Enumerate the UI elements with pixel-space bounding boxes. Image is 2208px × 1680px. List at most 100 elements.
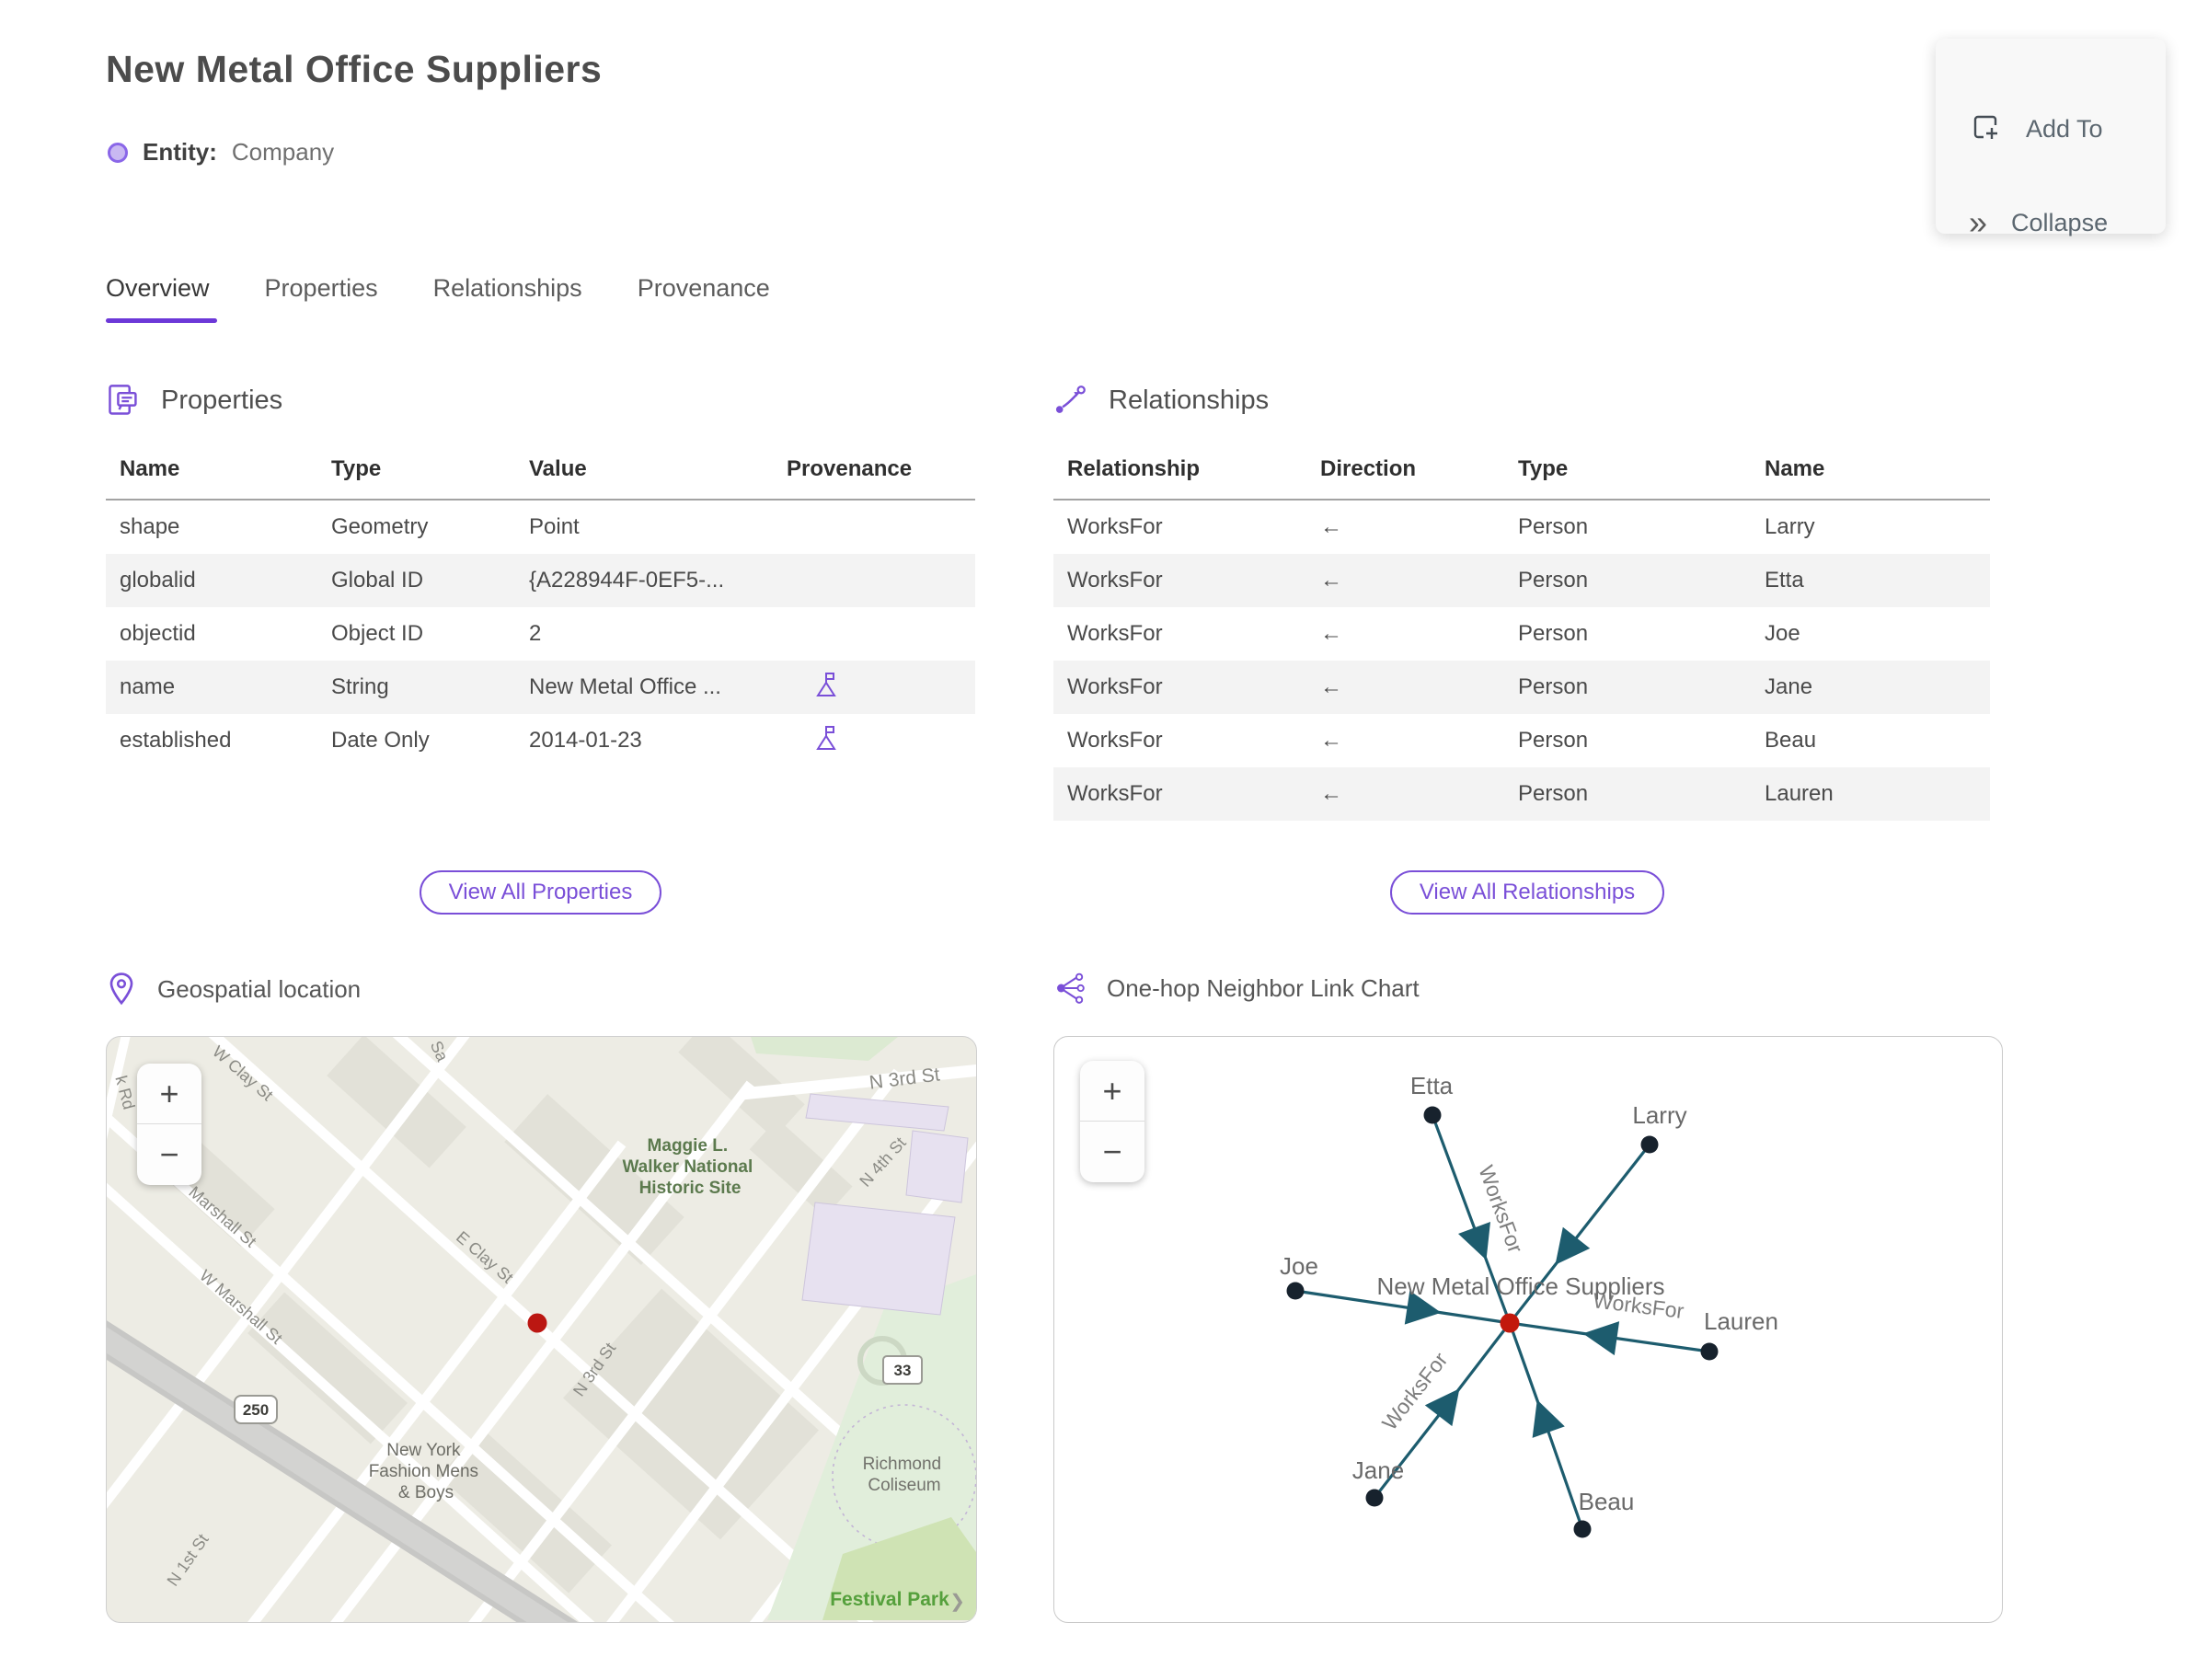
node-joe[interactable] bbox=[1286, 1282, 1305, 1300]
street-label: N 4th St bbox=[856, 1133, 909, 1191]
collapse-icon: » bbox=[1969, 203, 1988, 241]
prop-type: String bbox=[331, 674, 389, 699]
rel-type: Person bbox=[1518, 514, 1589, 539]
relationships-table: Relationship Direction Type Name WorksFo… bbox=[1053, 440, 1990, 821]
relationship-link[interactable]: WorksFor bbox=[1053, 554, 1306, 607]
node-label-etta: Etta bbox=[1410, 1072, 1454, 1099]
chart-zoom-in-button[interactable]: + bbox=[1080, 1061, 1144, 1122]
prop-provenance bbox=[773, 607, 975, 661]
relationship-link[interactable]: WorksFor bbox=[1053, 500, 1306, 554]
relationship-link[interactable]: WorksFor bbox=[1053, 661, 1306, 714]
geospatial-map[interactable]: W Clay St E Clay St Marshall St W Marsha… bbox=[106, 1036, 977, 1623]
prop-type: Global ID bbox=[331, 568, 424, 593]
prop-value: {A228944F-0EF5-... bbox=[529, 568, 725, 593]
table-row: WorksFor ← Person Lauren bbox=[1053, 767, 1990, 821]
add-to-icon bbox=[1969, 110, 2002, 148]
entity-row: Entity: Company bbox=[108, 138, 334, 167]
table-row: globalid Global ID {A228944F-0EF5-... bbox=[106, 554, 975, 607]
entity-name-link[interactable]: Joe bbox=[1751, 607, 1990, 661]
prop-provenance bbox=[773, 500, 975, 554]
table-row: shape Geometry Point bbox=[106, 500, 975, 554]
tab-overview[interactable]: Overview bbox=[106, 274, 217, 323]
map-zoom-out-button[interactable]: − bbox=[137, 1124, 201, 1185]
view-all-relationships-button[interactable]: View All Relationships bbox=[1389, 870, 1665, 915]
table-row: objectid Object ID 2 bbox=[106, 607, 975, 661]
relationships-section-header: Relationships bbox=[1053, 383, 1269, 418]
table-row: WorksFor ← Person Etta bbox=[1053, 554, 1990, 607]
route-shield-33: 33 bbox=[894, 1362, 912, 1379]
chart-zoom-out-button[interactable]: − bbox=[1080, 1122, 1144, 1182]
direction-arrow: ← bbox=[1320, 568, 1342, 593]
node-label-beau: Beau bbox=[1579, 1488, 1635, 1515]
poi-label-maggie: Maggie L. Walker National Historic Site bbox=[622, 1136, 757, 1198]
rel-type: Person bbox=[1518, 621, 1589, 646]
actions-flyout: Add To » Collapse bbox=[1936, 39, 2166, 239]
relationships-icon bbox=[1053, 383, 1088, 418]
linkchart-section-header: One-hop Neighbor Link Chart bbox=[1053, 972, 1420, 1005]
route-shield-250: 250 bbox=[243, 1401, 269, 1419]
link-chart-canvas: WorksFor WorksFor WorksFor Etta Larry Jo… bbox=[1280, 1072, 1778, 1538]
add-to-button[interactable]: Add To bbox=[1969, 110, 2103, 148]
entity-name-link[interactable]: Larry bbox=[1751, 500, 1990, 554]
prop-type: Date Only bbox=[331, 728, 430, 753]
relationship-link[interactable]: WorksFor bbox=[1053, 607, 1306, 661]
col-header-name: Name bbox=[120, 456, 180, 481]
map-zoom-in-button[interactable]: + bbox=[137, 1064, 201, 1124]
chart-zoom-control: + − bbox=[1080, 1061, 1144, 1182]
map-marker[interactable] bbox=[527, 1313, 547, 1333]
provenance-flag-icon[interactable] bbox=[787, 724, 838, 758]
node-label-joe: Joe bbox=[1280, 1252, 1318, 1280]
edge-label: WorksFor bbox=[1474, 1162, 1527, 1256]
street-label: N 1st St bbox=[164, 1531, 213, 1590]
node-larry[interactable] bbox=[1640, 1135, 1659, 1154]
node-center[interactable] bbox=[1500, 1313, 1520, 1333]
node-label-center: New Metal Office Suppliers bbox=[1376, 1272, 1664, 1300]
prop-name: shape bbox=[120, 514, 180, 539]
prop-value: New Metal Office ... bbox=[529, 674, 721, 699]
one-hop-link-chart[interactable]: WorksFor WorksFor WorksFor Etta Larry Jo… bbox=[1053, 1036, 2003, 1623]
provenance-flag-icon[interactable] bbox=[787, 671, 838, 705]
collapse-button[interactable]: » Collapse bbox=[1969, 206, 2108, 239]
street-label: k Rd bbox=[111, 1074, 138, 1111]
properties-section-header: Properties bbox=[106, 383, 282, 418]
properties-table: Name Type Value Provenance shape Geometr… bbox=[106, 440, 975, 767]
prop-name: established bbox=[120, 728, 232, 753]
prop-value: 2014-01-23 bbox=[529, 728, 642, 753]
view-all-properties-button[interactable]: View All Properties bbox=[419, 870, 662, 915]
tab-relationships[interactable]: Relationships bbox=[433, 274, 582, 323]
street-label: N 3rd St bbox=[868, 1064, 941, 1093]
entity-name-link[interactable]: Lauren bbox=[1751, 767, 1990, 821]
col-header-type: Type bbox=[331, 456, 382, 481]
entity-detail-page: New Metal Office Suppliers Entity: Compa… bbox=[0, 0, 2208, 1680]
node-jane[interactable] bbox=[1365, 1489, 1384, 1507]
tab-provenance[interactable]: Provenance bbox=[638, 274, 770, 323]
table-row: WorksFor ← Person Jane bbox=[1053, 661, 1990, 714]
rel-type: Person bbox=[1518, 674, 1589, 699]
node-label-jane: Jane bbox=[1352, 1456, 1404, 1484]
geospatial-section-title: Geospatial location bbox=[157, 974, 362, 1003]
rel-type: Person bbox=[1518, 728, 1589, 753]
properties-section-title: Properties bbox=[161, 385, 283, 415]
relationship-link[interactable]: WorksFor bbox=[1053, 714, 1306, 767]
node-lauren[interactable] bbox=[1700, 1342, 1719, 1361]
entity-name-link[interactable]: Jane bbox=[1751, 661, 1990, 714]
entity-name-link[interactable]: Beau bbox=[1751, 714, 1990, 767]
prop-type: Object ID bbox=[331, 621, 424, 646]
map-attribution-toggle-icon[interactable]: ❯ bbox=[949, 1590, 965, 1613]
col-header-type: Type bbox=[1518, 456, 1569, 481]
node-etta[interactable] bbox=[1423, 1106, 1442, 1124]
node-beau[interactable] bbox=[1573, 1520, 1592, 1538]
add-to-label: Add To bbox=[2026, 115, 2103, 143]
tab-properties[interactable]: Properties bbox=[265, 274, 378, 323]
rel-type: Person bbox=[1518, 568, 1589, 593]
relationship-link[interactable]: WorksFor bbox=[1053, 767, 1306, 821]
table-row: name String New Metal Office ... bbox=[106, 661, 975, 714]
direction-arrow: ← bbox=[1320, 781, 1342, 806]
direction-arrow: ← bbox=[1320, 514, 1342, 539]
edge-label: WorksFor bbox=[1377, 1348, 1453, 1434]
entity-name-link[interactable]: Etta bbox=[1751, 554, 1990, 607]
link-chart-icon bbox=[1053, 972, 1087, 1005]
col-header-name: Name bbox=[1765, 456, 1825, 481]
relationships-section-title: Relationships bbox=[1109, 385, 1270, 415]
prop-name: name bbox=[120, 674, 176, 699]
